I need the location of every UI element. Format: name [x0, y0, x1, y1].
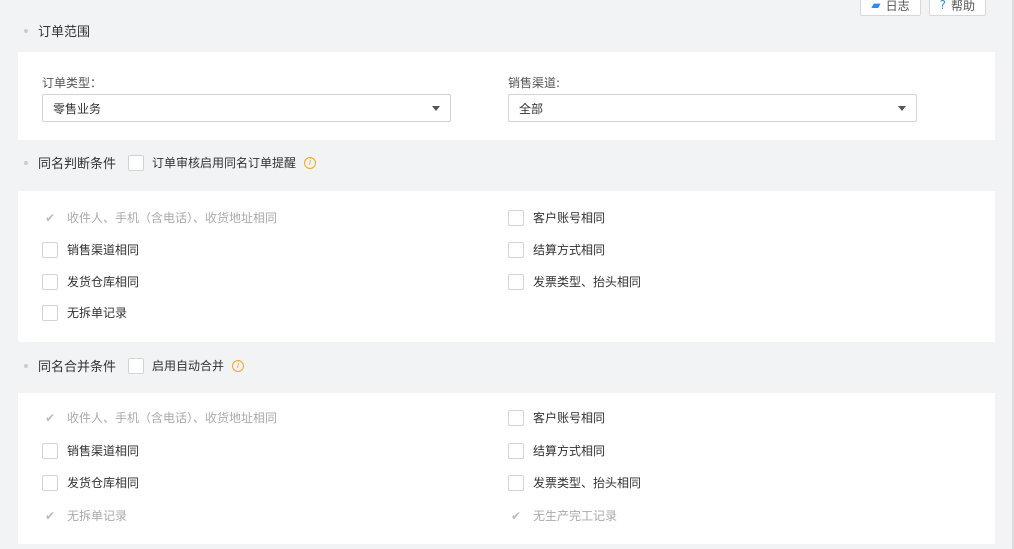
question-icon: ?	[939, 0, 946, 12]
checkbox[interactable]	[42, 474, 58, 491]
same-name-reminder-checkbox[interactable]	[128, 154, 145, 171]
checkbox: ✔	[508, 507, 524, 524]
log-button[interactable]: ▰ 日志	[860, 0, 921, 16]
merge-item-label: 发货仓库相同	[67, 476, 140, 490]
same-name-merge-heading: 同名合并条件 启用自动合并 i	[24, 356, 245, 375]
help-button[interactable]: ? 帮助	[928, 0, 986, 16]
auto-merge-label: 启用自动合并	[152, 359, 225, 373]
checkbox[interactable]	[508, 241, 524, 258]
check-item-label: 发票类型、抬头相同	[533, 275, 642, 289]
merge-item-channel[interactable]: 销售渠道相同	[42, 442, 139, 459]
same-name-merge-title: 同名合并条件	[38, 360, 117, 375]
log-button-label: 日志	[885, 0, 910, 13]
checkbox[interactable]	[508, 409, 524, 426]
sales-channel-value: 全部	[519, 101, 544, 116]
bullet-icon	[24, 363, 28, 368]
order-scope-title: 订单范围	[38, 25, 91, 40]
caret-down-icon	[898, 105, 906, 111]
checkbox: ✔	[42, 507, 58, 524]
check-item-label: 客户账号相同	[533, 211, 606, 225]
checkbox[interactable]	[508, 273, 524, 290]
check-item-no-split[interactable]: 无拆单记录	[42, 304, 127, 321]
checkbox: ✔	[42, 409, 58, 426]
merge-item-warehouse[interactable]: 发货仓库相同	[42, 474, 139, 491]
check-item-label: 收件人、手机（含电话）、收货地址相同	[67, 211, 278, 225]
bullet-icon	[24, 160, 28, 165]
same-name-reminder-label: 订单审核启用同名订单提醒	[152, 156, 297, 170]
checkbox[interactable]	[42, 241, 58, 258]
order-scope-heading: 订单范围	[24, 21, 90, 40]
same-name-merge-panel: ✔ 收件人、手机（含电话）、收货地址相同 客户账号相同 销售渠道相同 结算方式相…	[18, 393, 995, 544]
merge-item-label: 收件人、手机（含电话）、收货地址相同	[67, 411, 278, 425]
check-item-label: 发货仓库相同	[67, 275, 140, 289]
check-icon: ✔	[44, 508, 56, 523]
check-item-recipient: ✔ 收件人、手机（含电话）、收货地址相同	[42, 209, 277, 226]
merge-item-label: 无拆单记录	[67, 509, 128, 523]
order-type-value: 零售业务	[53, 101, 102, 116]
checkbox[interactable]	[42, 304, 58, 321]
check-item-channel[interactable]: 销售渠道相同	[42, 241, 139, 258]
same-name-check-panel: ✔ 收件人、手机（含电话）、收货地址相同 客户账号相同 销售渠道相同 结算方式相…	[18, 191, 995, 342]
top-actions: ▰ 日志 ? 帮助	[860, 0, 986, 16]
check-item-label: 结算方式相同	[533, 243, 606, 257]
same-name-check-title: 同名判断条件	[38, 157, 117, 172]
order-type-label: 订单类型：	[42, 76, 103, 90]
sales-channel-label: 销售渠道:	[508, 76, 561, 90]
checkbox[interactable]	[42, 273, 58, 290]
merge-item-no-production: ✔ 无生产完工记录	[508, 507, 617, 524]
merge-item-account[interactable]: 客户账号相同	[508, 409, 605, 426]
auto-merge-checkbox[interactable]	[128, 357, 145, 374]
merge-item-label: 销售渠道相同	[67, 444, 140, 458]
same-name-check-heading: 同名判断条件 订单审核启用同名订单提醒 i	[24, 153, 317, 172]
info-icon[interactable]: i	[304, 156, 317, 169]
check-item-account[interactable]: 客户账号相同	[508, 209, 605, 226]
check-item-warehouse[interactable]: 发货仓库相同	[42, 273, 139, 290]
check-item-label: 无拆单记录	[67, 306, 128, 320]
check-icon: ✔	[44, 410, 56, 425]
check-item-settlement[interactable]: 结算方式相同	[508, 241, 605, 258]
merge-item-label: 结算方式相同	[533, 444, 606, 458]
checkbox[interactable]	[508, 442, 524, 459]
checkbox[interactable]	[508, 474, 524, 491]
checkbox[interactable]	[42, 442, 58, 459]
info-icon[interactable]: i	[232, 359, 245, 372]
order-scope-panel: 订单类型： 零售业务 销售渠道: 全部	[18, 52, 995, 140]
check-icon: ✔	[510, 508, 522, 523]
caret-down-icon	[432, 105, 440, 111]
checkbox: ✔	[42, 209, 58, 226]
merge-item-label: 无生产完工记录	[533, 509, 618, 523]
merge-item-label: 发票类型、抬头相同	[533, 476, 642, 490]
merge-item-label: 客户账号相同	[533, 411, 606, 425]
check-item-invoice[interactable]: 发票类型、抬头相同	[508, 273, 641, 290]
check-item-label: 销售渠道相同	[67, 243, 140, 257]
bullet-icon	[24, 28, 28, 33]
sales-channel-select[interactable]: 全部	[508, 94, 917, 122]
help-button-label: 帮助	[950, 0, 975, 13]
checkbox[interactable]	[508, 209, 524, 226]
merge-item-invoice[interactable]: 发票类型、抬头相同	[508, 474, 641, 491]
merge-item-settlement[interactable]: 结算方式相同	[508, 442, 605, 459]
check-icon: ✔	[44, 210, 56, 225]
book-icon: ▰	[871, 0, 881, 12]
merge-item-no-split: ✔ 无拆单记录	[42, 507, 127, 524]
order-type-select[interactable]: 零售业务	[42, 94, 451, 122]
merge-item-recipient: ✔ 收件人、手机（含电话）、收货地址相同	[42, 409, 277, 426]
